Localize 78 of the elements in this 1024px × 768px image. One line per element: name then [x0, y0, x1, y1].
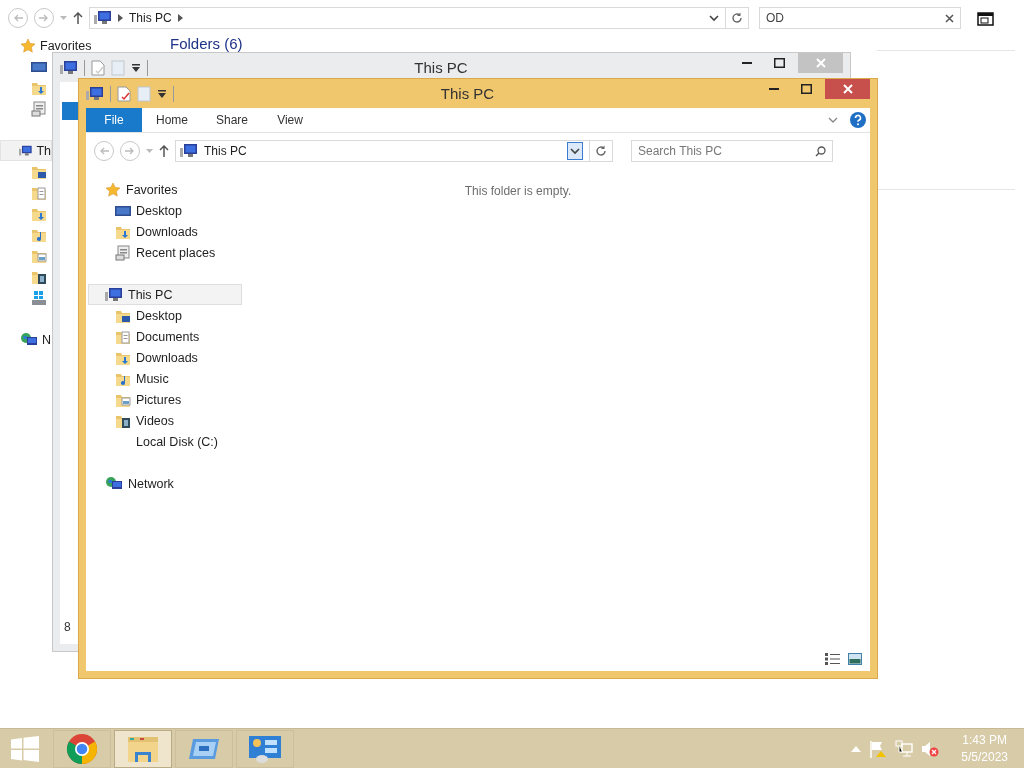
network-icon[interactable] — [895, 739, 914, 758]
control-panel-icon[interactable] — [248, 733, 282, 764]
close-icon — [815, 58, 826, 68]
dropdown-icon[interactable] — [709, 14, 719, 22]
monitor-icon — [31, 59, 47, 74]
search-field[interactable]: Search This PC — [631, 140, 833, 162]
help-icon[interactable] — [850, 112, 866, 128]
up-arrow-icon[interactable] — [73, 12, 83, 24]
close-button[interactable] — [825, 79, 870, 99]
recent-places-icon — [115, 244, 131, 261]
star-icon — [20, 37, 36, 54]
nav-item[interactable]: Videos — [136, 413, 174, 428]
network-icon — [105, 475, 123, 492]
clear-icon[interactable] — [945, 13, 954, 23]
refresh-icon[interactable] — [595, 145, 607, 157]
large-icons-view-icon[interactable] — [848, 653, 862, 665]
nav-item[interactable]: Network — [128, 476, 174, 491]
computer-icon — [86, 85, 104, 102]
status-text: 8 — [64, 620, 71, 634]
nav-item[interactable]: Local Disk (C:) — [136, 434, 218, 449]
details-view-icon[interactable] — [825, 653, 840, 665]
volume-muted-icon[interactable] — [921, 739, 940, 758]
nav-item[interactable]: Recent places — [136, 245, 216, 260]
address-path[interactable]: This PC — [129, 11, 172, 25]
window-title: This PC — [413, 59, 469, 76]
address-path[interactable]: This PC — [204, 144, 247, 158]
search-icon[interactable] — [815, 145, 826, 157]
documents-folder-icon — [115, 328, 131, 345]
properties-icon[interactable] — [117, 85, 131, 102]
section-heading[interactable]: Folders (6) — [170, 35, 243, 50]
ribbon-tab[interactable]: View — [262, 108, 319, 132]
nav-item[interactable]: Documents — [136, 329, 200, 344]
ribbon-tab[interactable]: Home — [142, 108, 202, 132]
customize-icon[interactable] — [157, 89, 167, 98]
search-field[interactable]: OD — [759, 7, 961, 29]
nav-item[interactable]: Downloads — [136, 224, 198, 239]
maximize-icon — [773, 58, 785, 68]
right-arrow-icon — [125, 147, 135, 155]
close-icon — [842, 84, 853, 94]
computer-icon — [60, 59, 78, 76]
restore-icon[interactable] — [977, 10, 994, 26]
chevron-icon — [118, 14, 123, 22]
refresh-icon[interactable] — [731, 12, 743, 24]
monitor-icon — [115, 203, 131, 218]
computer-icon — [180, 143, 198, 159]
recent-places-icon — [31, 100, 47, 117]
empty-message: This folder is empty. — [464, 184, 572, 198]
properties-icon[interactable] — [91, 59, 105, 76]
left-arrow-icon — [13, 14, 23, 22]
nav-item[interactable]: Favorites — [126, 182, 178, 197]
ribbon-tab[interactable]: File — [86, 108, 142, 132]
nav-item[interactable]: Desktop — [136, 308, 182, 323]
browser-icon[interactable] — [66, 732, 98, 765]
ribbon-tab[interactable]: Share — [202, 108, 263, 132]
minimize-icon — [742, 61, 752, 65]
left-arrow-icon — [99, 147, 109, 155]
ribbon-tab-edge — [62, 102, 78, 120]
up-arrow-icon[interactable] — [159, 145, 169, 157]
computer-icon — [105, 286, 123, 303]
computer-icon — [94, 10, 112, 26]
minimize-icon — [769, 87, 779, 91]
window-title: This PC — [439, 85, 496, 102]
nav-item[interactable]: N — [42, 332, 52, 347]
nav-item[interactable]: Music — [136, 371, 169, 386]
star-icon — [105, 181, 121, 198]
right-arrow-icon — [39, 14, 49, 22]
nav-item[interactable]: Pictures — [136, 392, 182, 407]
network-icon — [20, 331, 38, 348]
drive-icon — [31, 289, 47, 306]
expand-ribbon-icon[interactable] — [828, 117, 838, 123]
nav-item[interactable]: Favorites — [40, 38, 92, 53]
nav-item[interactable]: Desktop — [136, 203, 182, 218]
documents-folder-icon — [31, 184, 47, 201]
dropdown-icon[interactable] — [567, 142, 583, 160]
chevron-icon — [177, 14, 183, 22]
nav-item[interactable]: Downloads — [136, 350, 198, 365]
customize-icon[interactable] — [131, 63, 141, 72]
maximize-icon — [800, 84, 812, 94]
